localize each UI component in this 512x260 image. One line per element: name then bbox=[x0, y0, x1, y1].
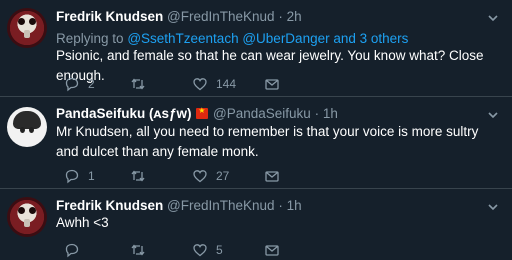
timestamp[interactable]: 1h bbox=[287, 198, 302, 213]
tweet[interactable]: Fredrik Knudsen @FredInTheKnud · 1h Awhh… bbox=[0, 189, 512, 260]
chevron-down-icon[interactable] bbox=[486, 108, 500, 122]
retweet-icon bbox=[131, 170, 145, 182]
chevron-down-icon[interactable] bbox=[486, 11, 500, 25]
tweet[interactable]: Fredrik Knudsen @FredInTheKnud · 2h Repl… bbox=[0, 0, 512, 96]
reply-count: 2 bbox=[88, 77, 95, 91]
chevron-down-icon[interactable] bbox=[486, 200, 500, 214]
heart-icon bbox=[193, 244, 207, 257]
display-name[interactable]: Fredrik Knudsen bbox=[56, 198, 163, 213]
retweet-button[interactable] bbox=[130, 167, 154, 185]
reply-button[interactable]: 1 bbox=[64, 167, 95, 185]
mention-link[interactable]: @SsethTzeentach bbox=[127, 31, 238, 46]
user-handle[interactable]: @FredInTheKnud bbox=[167, 9, 275, 24]
dm-button[interactable] bbox=[264, 241, 288, 259]
avatar[interactable] bbox=[7, 197, 47, 237]
timestamp[interactable]: 2h bbox=[287, 9, 302, 24]
heart-icon bbox=[193, 170, 207, 183]
replying-to: Replying to @SsethTzeentach @UberDanger … bbox=[56, 31, 408, 46]
user-handle[interactable]: @FredInTheKnud bbox=[167, 198, 275, 213]
tweet-actions: 1 27 bbox=[56, 167, 476, 185]
tweet-header: PandaSeifuku (ᴀѕƒᴡ) @PandaSeifuku · 1h bbox=[56, 106, 338, 121]
retweet-icon bbox=[131, 244, 145, 256]
reply-count: 1 bbox=[88, 169, 95, 183]
avatar[interactable] bbox=[7, 107, 47, 147]
retweet-icon bbox=[131, 78, 145, 90]
tweet-actions: 5 bbox=[56, 241, 476, 259]
display-name[interactable]: Fredrik Knudsen bbox=[56, 9, 163, 24]
reply-icon bbox=[65, 169, 79, 184]
reply-icon bbox=[65, 243, 79, 258]
tweet[interactable]: PandaSeifuku (ᴀѕƒᴡ) @PandaSeifuku · 1h M… bbox=[0, 97, 512, 187]
like-button[interactable]: 27 bbox=[192, 167, 229, 185]
heart-icon bbox=[193, 78, 207, 91]
like-button[interactable]: 5 bbox=[192, 241, 223, 259]
tweet-header: Fredrik Knudsen @FredInTheKnud · 2h bbox=[56, 9, 302, 24]
mention-link[interactable]: @UberDanger bbox=[242, 31, 329, 46]
reply-icon bbox=[65, 77, 79, 92]
mail-icon bbox=[265, 171, 279, 182]
like-count: 5 bbox=[216, 243, 223, 257]
like-button[interactable]: 144 bbox=[192, 75, 236, 93]
retweet-button[interactable] bbox=[130, 241, 154, 259]
separator-dot: · bbox=[278, 198, 283, 213]
reply-button[interactable]: 2 bbox=[64, 75, 95, 93]
dm-button[interactable] bbox=[264, 75, 288, 93]
avatar[interactable] bbox=[7, 8, 47, 48]
tweet-actions: 2 144 bbox=[56, 75, 476, 93]
mail-icon bbox=[265, 245, 279, 256]
separator-dot: · bbox=[314, 106, 320, 121]
dm-button[interactable] bbox=[264, 167, 288, 185]
user-handle[interactable]: @PandaSeifuku bbox=[213, 106, 311, 121]
replying-to-label: Replying to bbox=[56, 31, 124, 46]
china-flag-icon bbox=[196, 106, 209, 119]
display-name[interactable]: PandaSeifuku (ᴀѕƒᴡ) bbox=[56, 106, 191, 121]
others-link[interactable]: and 3 others bbox=[333, 31, 408, 46]
retweet-button[interactable] bbox=[130, 75, 154, 93]
mail-icon bbox=[265, 79, 279, 90]
timestamp[interactable]: 1h bbox=[323, 106, 338, 121]
separator-dot: · bbox=[278, 9, 283, 24]
reply-button[interactable] bbox=[64, 241, 88, 259]
like-count: 144 bbox=[216, 77, 237, 91]
tweet-text: Mr Knudsen, all you need to remember is … bbox=[56, 124, 479, 159]
like-count: 27 bbox=[216, 169, 230, 183]
tweet-text: Awhh <3 bbox=[56, 215, 109, 230]
tweet-header: Fredrik Knudsen @FredInTheKnud · 1h bbox=[56, 198, 302, 213]
